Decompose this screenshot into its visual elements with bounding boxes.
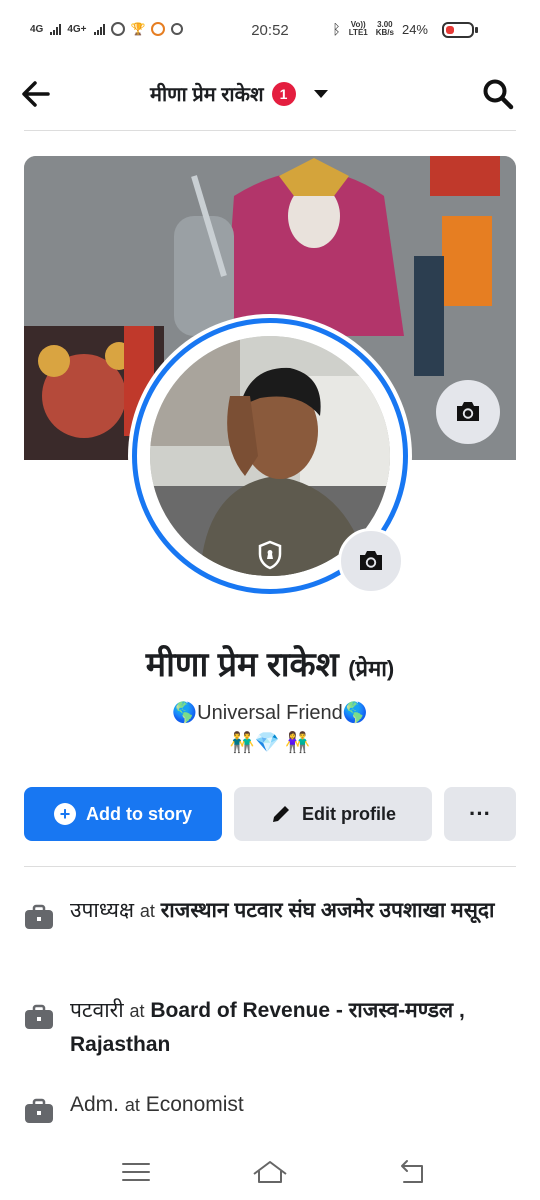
work-text: Adm. at Economist	[70, 1088, 244, 1124]
camera-icon	[360, 551, 382, 570]
work-text: उपाध्यक्ष at राजस्थान पटवार संघ अजमेर उप…	[70, 894, 494, 930]
profile-switcher[interactable]: मीणा प्रेम राकेश 1	[150, 80, 328, 107]
work-at: at	[139, 901, 155, 921]
bio-line-2: 👬💎 👫	[229, 732, 311, 754]
work-at: at	[124, 1095, 140, 1115]
camera-icon	[457, 402, 479, 421]
home-icon[interactable]	[250, 1152, 290, 1192]
briefcase-icon	[25, 1098, 53, 1123]
status-bar: 4G 4G+ 🏆 20:52 ᛒ Vo)) LTE1 3.00 KB/s 24%	[0, 0, 540, 62]
add-to-story-label: Add to story	[86, 803, 192, 824]
work-at: at	[129, 1001, 145, 1021]
more-options-button[interactable]: ···	[444, 787, 516, 841]
search-icon[interactable]	[480, 76, 516, 112]
chevron-down-icon	[313, 89, 328, 98]
edit-profile-label: Edit profile	[302, 803, 396, 824]
work-organization[interactable]: राजस्थान पटवार संघ अजमेर उपशाखा मसूदा	[161, 899, 495, 922]
volte-indicator: Vo)) LTE1	[348, 20, 368, 37]
edit-cover-camera-button[interactable]	[436, 380, 500, 444]
bluetooth-icon: ᛒ	[332, 21, 341, 37]
edit-profile-button[interactable]: Edit profile	[234, 787, 432, 841]
system-nav-bar	[0, 1146, 540, 1200]
battery-icon	[442, 22, 474, 38]
profile-alt-name: (प्रेमा)	[348, 656, 395, 681]
work-text: पटवारी at Board of Revenue - राजस्व-मण्ड…	[70, 994, 504, 1062]
briefcase-icon	[25, 904, 53, 929]
battery-percent: 24%	[401, 21, 428, 37]
profile-guard-shield-icon	[258, 540, 282, 570]
menu-icon[interactable]	[116, 1152, 156, 1192]
plus-icon: +	[54, 803, 76, 825]
notification-badge: 1	[271, 81, 296, 106]
profile-name: मीणा प्रेम राकेश (प्रेमा)	[0, 640, 540, 686]
work-item: उपाध्यक्ष at राजस्थान पटवार संघ अजमेर उप…	[24, 894, 504, 930]
edit-profile-picture-camera-button[interactable]	[338, 528, 404, 594]
pencil-icon	[273, 806, 289, 822]
header-title: मीणा प्रेम राकेश	[150, 84, 264, 106]
work-role: Adm.	[70, 1093, 120, 1116]
more-dots-icon: ···	[469, 801, 491, 826]
section-divider	[24, 866, 516, 867]
back-nav-icon[interactable]	[392, 1152, 432, 1192]
work-role: उपाध्यक्ष	[70, 899, 135, 922]
top-header: मीणा प्रेम राकेश 1	[0, 62, 540, 128]
work-item: Adm. at Economist	[24, 1088, 504, 1124]
battery-tip	[475, 27, 478, 33]
profile-name-text: मीणा प्रेम राकेश	[145, 646, 339, 684]
network-speed: 3.00 KB/s	[375, 20, 394, 37]
work-organization[interactable]: Economist	[146, 1093, 244, 1116]
work-role: पटवारी	[70, 999, 124, 1022]
header-divider	[24, 130, 516, 131]
work-item: पटवारी at Board of Revenue - राजस्व-मण्ड…	[24, 994, 504, 1062]
add-to-story-button[interactable]: + Add to story	[24, 787, 222, 841]
bio-line-1: 🌎Universal Friend🌎	[172, 702, 368, 724]
briefcase-icon	[25, 1004, 53, 1029]
back-arrow-icon[interactable]	[18, 76, 54, 112]
